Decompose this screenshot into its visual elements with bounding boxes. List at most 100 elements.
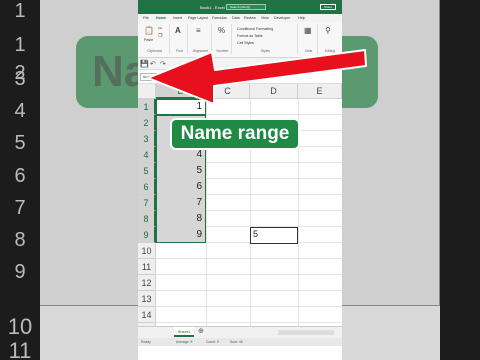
clipboard-group: 📋 Paste ✂ ❐ Clipboard (140, 24, 170, 54)
blurred-row-number: 5 (14, 132, 26, 154)
ribbon: 📋 Paste ✂ ❐ Clipboard A Font ≡ Alignment… (138, 22, 342, 58)
blurred-row-number: 1 (14, 34, 26, 56)
undo-icon[interactable]: ↶ (150, 60, 156, 68)
find-icon[interactable]: ⚲ (325, 26, 331, 35)
blurred-row-number: 8 (14, 229, 26, 251)
cell-d5[interactable]: 5 (250, 227, 298, 244)
quick-access-toolbar: 💾 ↶ ↷ (138, 58, 342, 70)
save-icon[interactable]: 💾 (140, 60, 149, 68)
paste-label[interactable]: Paste (144, 38, 153, 42)
blurred-row-number: 4 (14, 100, 26, 122)
blurred-row-number: 11 (8, 338, 32, 360)
row-header[interactable]: 1 (138, 99, 156, 115)
styles-group: Conditional Formatting Format as Table C… (234, 24, 298, 54)
copy-icon[interactable]: ❐ (158, 33, 162, 39)
cell-b-value: 4 (196, 149, 202, 160)
cell-b-value: 1 (196, 101, 202, 112)
row-header[interactable]: 8 (138, 211, 156, 227)
cells-label: Cells (304, 49, 313, 53)
tab-data[interactable]: Data (232, 16, 240, 20)
column-header-c[interactable]: C (206, 84, 250, 99)
tab-review[interactable]: Review (244, 16, 256, 20)
conditional-formatting-button[interactable]: Conditional Formatting (237, 27, 273, 31)
tab-page-layout[interactable]: Page Layout (188, 16, 208, 20)
blurred-row-number: 1 (14, 0, 26, 22)
row-header[interactable]: 7 (138, 195, 156, 211)
search-box[interactable]: Search (Alt+Q) (226, 4, 266, 10)
tab-formulas[interactable]: Formulas (212, 16, 227, 20)
row-header[interactable]: 10 (138, 243, 156, 259)
cell-styles-button[interactable]: Cell Styles (237, 41, 254, 45)
row-gridline (156, 274, 342, 275)
row-header[interactable]: 2 (138, 115, 156, 131)
blurred-row-number: 9 (14, 261, 26, 283)
number-label: Number (216, 49, 229, 53)
row-header[interactable]: 11 (138, 259, 156, 275)
blurred-row-number: 7 (14, 197, 26, 219)
tab-help[interactable]: Help (298, 16, 305, 20)
tab-insert[interactable]: Insert (173, 16, 182, 20)
title-bar: Book1 - Excel Search (Alt+Q) Share (138, 0, 342, 14)
alignment-icon[interactable]: ≡ (196, 26, 201, 35)
row-header[interactable]: 4 (138, 147, 156, 163)
cell-b-value: 7 (196, 197, 202, 208)
formula-bar: numbers (138, 70, 342, 84)
row-header[interactable]: 12 (138, 275, 156, 291)
font-group: A Font (172, 24, 188, 54)
editing-group: ⚲ Editing (320, 24, 340, 54)
column-header-b[interactable]: B (156, 84, 206, 99)
font-icon[interactable]: A (175, 26, 181, 35)
cell-b-value: 5 (196, 165, 202, 176)
status-average: Average: 5 (176, 340, 193, 344)
clipboard-label: Clipboard (147, 49, 162, 53)
row-gridline (156, 258, 342, 259)
row-header[interactable]: 9 (138, 227, 156, 243)
sheet-tab-sheet1[interactable]: Sheet1 (174, 327, 194, 337)
alignment-group: ≡ Alignment (190, 24, 212, 54)
cell-d5-value: 5 (253, 229, 259, 239)
share-button[interactable]: Share (320, 4, 336, 10)
column-header-d[interactable]: D (250, 84, 298, 99)
cells-group: ▦ Cells (300, 24, 318, 54)
row-header[interactable]: 14 (138, 307, 156, 323)
tab-home[interactable]: Home (156, 16, 166, 20)
cell-b-value: 8 (196, 213, 202, 224)
ribbon-tabs: File Home Insert Page Layout Formulas Da… (138, 14, 342, 22)
column-header-e[interactable]: E (298, 84, 342, 99)
blurred-row-number: 10 (7, 314, 33, 339)
row-header[interactable]: 5 (138, 163, 156, 179)
sheet-tab-bar: Sheet1 ⊕ (138, 326, 342, 338)
status-ready: Ready (141, 340, 151, 344)
add-sheet-icon[interactable]: ⊕ (198, 327, 204, 335)
window-title: Book1 - Excel (200, 5, 225, 10)
status-bar: Ready Average: 5 Count: 9 Sum: 45 (138, 338, 342, 346)
number-group: % Number (214, 24, 232, 54)
row-header[interactable]: 6 (138, 179, 156, 195)
paste-icon[interactable]: 📋 (144, 26, 154, 35)
row-header[interactable]: 3 (138, 131, 156, 147)
row-gridline (156, 322, 342, 323)
select-all-corner[interactable] (138, 84, 156, 99)
status-sum: Sum: 45 (230, 340, 243, 344)
row-gridline (156, 290, 342, 291)
blurred-row-number: 3 (14, 68, 26, 90)
cut-icon[interactable]: ✂ (158, 26, 162, 32)
horizontal-scrollbar[interactable] (278, 330, 334, 335)
redo-icon[interactable]: ↷ (160, 60, 166, 68)
screenshot-stage: 1 2 1 3 4 5 6 7 8 9 10 11 Name range Boo… (0, 0, 480, 360)
cell-b-value: 9 (196, 229, 202, 240)
styles-label: Styles (260, 49, 271, 53)
percent-icon[interactable]: % (218, 26, 225, 35)
cell-b-value: 6 (196, 181, 202, 192)
format-as-table-button[interactable]: Format as Table (237, 34, 263, 38)
cells-icon[interactable]: ▦ (304, 26, 312, 35)
row-header[interactable]: 13 (138, 291, 156, 307)
tab-developer[interactable]: Developer (274, 16, 290, 20)
blurred-row-number: 6 (14, 165, 26, 187)
font-label: Font (176, 49, 183, 53)
tab-view[interactable]: View (261, 16, 269, 20)
editing-label: Editing (324, 49, 336, 53)
alignment-label: Alignment (192, 49, 209, 53)
name-box[interactable]: numbers (140, 73, 174, 81)
tab-file[interactable]: File (143, 16, 149, 20)
